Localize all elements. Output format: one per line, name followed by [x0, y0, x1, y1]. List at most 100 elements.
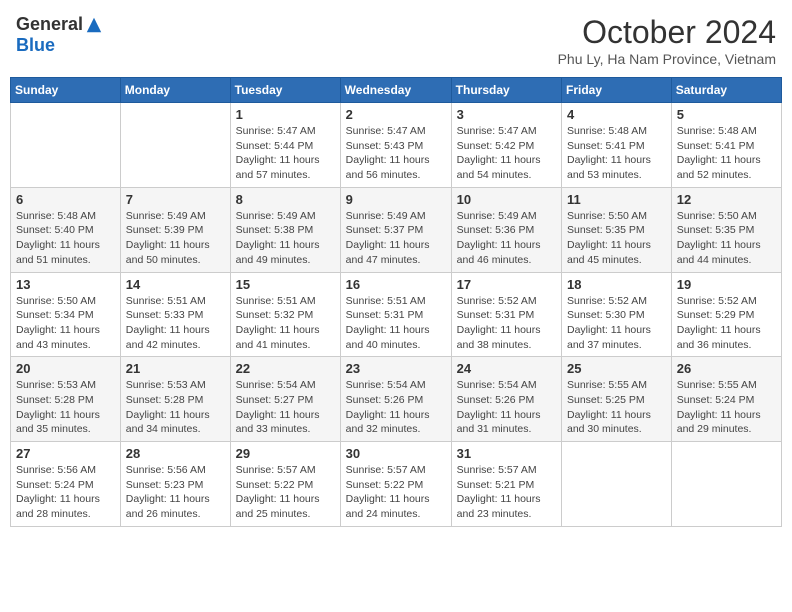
day-number: 29: [236, 446, 335, 461]
calendar-cell: 13Sunrise: 5:50 AM Sunset: 5:34 PM Dayli…: [11, 272, 121, 357]
calendar-cell: 14 Sunrise: 5:51 AM Sunset: 5:33 PM Dayli…: [120, 272, 230, 357]
day-detail: Sunrise: 5:53 AM Sunset: 5:28 PM Dayligh…: [126, 378, 225, 437]
day-detail: Sunrise: 5:51 AM Sunset: 5:32 PM Dayligh…: [236, 294, 335, 353]
calendar-week-row: 20 Sunrise: 5:53 AM Sunset: 5:28 PM Dayli…: [11, 357, 782, 442]
day-number: 26: [677, 361, 776, 376]
calendar-cell: 3 Sunrise: 5:47 AM Sunset: 5:42 PM Daylig…: [451, 103, 561, 188]
calendar-cell: 6Sunrise: 5:48 AM Sunset: 5:40 PM Daylig…: [11, 187, 121, 272]
day-number: 9: [346, 192, 446, 207]
weekday-header-friday: Friday: [562, 78, 672, 103]
calendar-week-row: 27Sunrise: 5:56 AM Sunset: 5:24 PM Dayli…: [11, 442, 782, 527]
day-number: 23: [346, 361, 446, 376]
calendar-week-row: 13Sunrise: 5:50 AM Sunset: 5:34 PM Dayli…: [11, 272, 782, 357]
day-number: 22: [236, 361, 335, 376]
day-detail: Sunrise: 5:48 AM Sunset: 5:41 PM Dayligh…: [567, 124, 666, 183]
calendar-cell: 1 Sunrise: 5:47 AM Sunset: 5:44 PM Daylig…: [230, 103, 340, 188]
day-number: 30: [346, 446, 446, 461]
day-detail: Sunrise: 5:50 AM Sunset: 5:35 PM Dayligh…: [567, 209, 666, 268]
calendar-cell: 9 Sunrise: 5:49 AM Sunset: 5:37 PM Daylig…: [340, 187, 451, 272]
title-section: October 2024 Phu Ly, Ha Nam Province, Vi…: [558, 14, 776, 67]
day-detail: Sunrise: 5:49 AM Sunset: 5:36 PM Dayligh…: [457, 209, 556, 268]
calendar-week-row: 6Sunrise: 5:48 AM Sunset: 5:40 PM Daylig…: [11, 187, 782, 272]
day-number: 5: [677, 107, 776, 122]
day-detail: Sunrise: 5:47 AM Sunset: 5:42 PM Dayligh…: [457, 124, 556, 183]
day-number: 10: [457, 192, 556, 207]
day-number: 20: [16, 361, 115, 376]
calendar-cell: 21 Sunrise: 5:53 AM Sunset: 5:28 PM Dayli…: [120, 357, 230, 442]
day-detail: Sunrise: 5:57 AM Sunset: 5:22 PM Dayligh…: [346, 463, 446, 522]
day-detail: Sunrise: 5:57 AM Sunset: 5:22 PM Dayligh…: [236, 463, 335, 522]
day-detail: Sunrise: 5:51 AM Sunset: 5:33 PM Dayligh…: [126, 294, 225, 353]
weekday-header-saturday: Saturday: [671, 78, 781, 103]
weekday-header-row: SundayMondayTuesdayWednesdayThursdayFrid…: [11, 78, 782, 103]
calendar-cell: 29 Sunrise: 5:57 AM Sunset: 5:22 PM Dayli…: [230, 442, 340, 527]
calendar-table: SundayMondayTuesdayWednesdayThursdayFrid…: [10, 77, 782, 527]
calendar-cell: 30 Sunrise: 5:57 AM Sunset: 5:22 PM Dayli…: [340, 442, 451, 527]
day-number: 7: [126, 192, 225, 207]
day-detail: Sunrise: 5:53 AM Sunset: 5:28 PM Dayligh…: [16, 378, 115, 437]
calendar-cell: [671, 442, 781, 527]
calendar-cell: 11 Sunrise: 5:50 AM Sunset: 5:35 PM Dayli…: [562, 187, 672, 272]
day-detail: Sunrise: 5:48 AM Sunset: 5:41 PM Dayligh…: [677, 124, 776, 183]
day-detail: Sunrise: 5:55 AM Sunset: 5:24 PM Dayligh…: [677, 378, 776, 437]
day-detail: Sunrise: 5:56 AM Sunset: 5:23 PM Dayligh…: [126, 463, 225, 522]
calendar-cell: 7Sunrise: 5:49 AM Sunset: 5:39 PM Daylig…: [120, 187, 230, 272]
calendar-cell: 12Sunrise: 5:50 AM Sunset: 5:35 PM Dayli…: [671, 187, 781, 272]
day-detail: Sunrise: 5:51 AM Sunset: 5:31 PM Dayligh…: [346, 294, 446, 353]
weekday-header-sunday: Sunday: [11, 78, 121, 103]
calendar-cell: 8Sunrise: 5:49 AM Sunset: 5:38 PM Daylig…: [230, 187, 340, 272]
day-detail: Sunrise: 5:54 AM Sunset: 5:26 PM Dayligh…: [457, 378, 556, 437]
calendar-header: SundayMondayTuesdayWednesdayThursdayFrid…: [11, 78, 782, 103]
day-number: 3: [457, 107, 556, 122]
day-detail: Sunrise: 5:55 AM Sunset: 5:25 PM Dayligh…: [567, 378, 666, 437]
day-number: 16: [346, 277, 446, 292]
calendar-cell: 28 Sunrise: 5:56 AM Sunset: 5:23 PM Dayli…: [120, 442, 230, 527]
calendar-cell: 26 Sunrise: 5:55 AM Sunset: 5:24 PM Dayli…: [671, 357, 781, 442]
day-detail: Sunrise: 5:54 AM Sunset: 5:26 PM Dayligh…: [346, 378, 446, 437]
calendar-cell: [562, 442, 672, 527]
day-number: 15: [236, 277, 335, 292]
calendar-cell: 31Sunrise: 5:57 AM Sunset: 5:21 PM Dayli…: [451, 442, 561, 527]
location-title: Phu Ly, Ha Nam Province, Vietnam: [558, 51, 776, 67]
month-title: October 2024: [558, 14, 776, 51]
calendar-cell: [11, 103, 121, 188]
day-detail: Sunrise: 5:52 AM Sunset: 5:29 PM Dayligh…: [677, 294, 776, 353]
calendar-week-row: 1 Sunrise: 5:47 AM Sunset: 5:44 PM Daylig…: [11, 103, 782, 188]
calendar-cell: 5 Sunrise: 5:48 AM Sunset: 5:41 PM Daylig…: [671, 103, 781, 188]
calendar-cell: 20 Sunrise: 5:53 AM Sunset: 5:28 PM Dayli…: [11, 357, 121, 442]
day-detail: Sunrise: 5:52 AM Sunset: 5:31 PM Dayligh…: [457, 294, 556, 353]
day-number: 31: [457, 446, 556, 461]
day-number: 13: [16, 277, 115, 292]
calendar-cell: 4 Sunrise: 5:48 AM Sunset: 5:41 PM Daylig…: [562, 103, 672, 188]
day-number: 21: [126, 361, 225, 376]
day-number: 17: [457, 277, 556, 292]
day-number: 25: [567, 361, 666, 376]
weekday-header-wednesday: Wednesday: [340, 78, 451, 103]
calendar-cell: 23 Sunrise: 5:54 AM Sunset: 5:26 PM Dayli…: [340, 357, 451, 442]
day-number: 1: [236, 107, 335, 122]
weekday-header-monday: Monday: [120, 78, 230, 103]
day-detail: Sunrise: 5:47 AM Sunset: 5:43 PM Dayligh…: [346, 124, 446, 183]
day-detail: Sunrise: 5:49 AM Sunset: 5:37 PM Dayligh…: [346, 209, 446, 268]
calendar-cell: [120, 103, 230, 188]
calendar-cell: 18Sunrise: 5:52 AM Sunset: 5:30 PM Dayli…: [562, 272, 672, 357]
day-detail: Sunrise: 5:54 AM Sunset: 5:27 PM Dayligh…: [236, 378, 335, 437]
page-header: General Blue October 2024 Phu Ly, Ha Nam…: [10, 10, 782, 71]
calendar-cell: 15 Sunrise: 5:51 AM Sunset: 5:32 PM Dayli…: [230, 272, 340, 357]
calendar-cell: 27Sunrise: 5:56 AM Sunset: 5:24 PM Dayli…: [11, 442, 121, 527]
day-number: 14: [126, 277, 225, 292]
calendar-cell: 25 Sunrise: 5:55 AM Sunset: 5:25 PM Dayli…: [562, 357, 672, 442]
calendar-cell: 2Sunrise: 5:47 AM Sunset: 5:43 PM Daylig…: [340, 103, 451, 188]
day-number: 24: [457, 361, 556, 376]
day-detail: Sunrise: 5:47 AM Sunset: 5:44 PM Dayligh…: [236, 124, 335, 183]
day-number: 28: [126, 446, 225, 461]
calendar-cell: 24 Sunrise: 5:54 AM Sunset: 5:26 PM Dayli…: [451, 357, 561, 442]
calendar-cell: 10 Sunrise: 5:49 AM Sunset: 5:36 PM Dayli…: [451, 187, 561, 272]
day-number: 11: [567, 192, 666, 207]
day-detail: Sunrise: 5:48 AM Sunset: 5:40 PM Dayligh…: [16, 209, 115, 268]
logo-blue-text: Blue: [16, 35, 55, 56]
weekday-header-tuesday: Tuesday: [230, 78, 340, 103]
day-number: 4: [567, 107, 666, 122]
weekday-header-thursday: Thursday: [451, 78, 561, 103]
logo-icon: [85, 16, 103, 34]
